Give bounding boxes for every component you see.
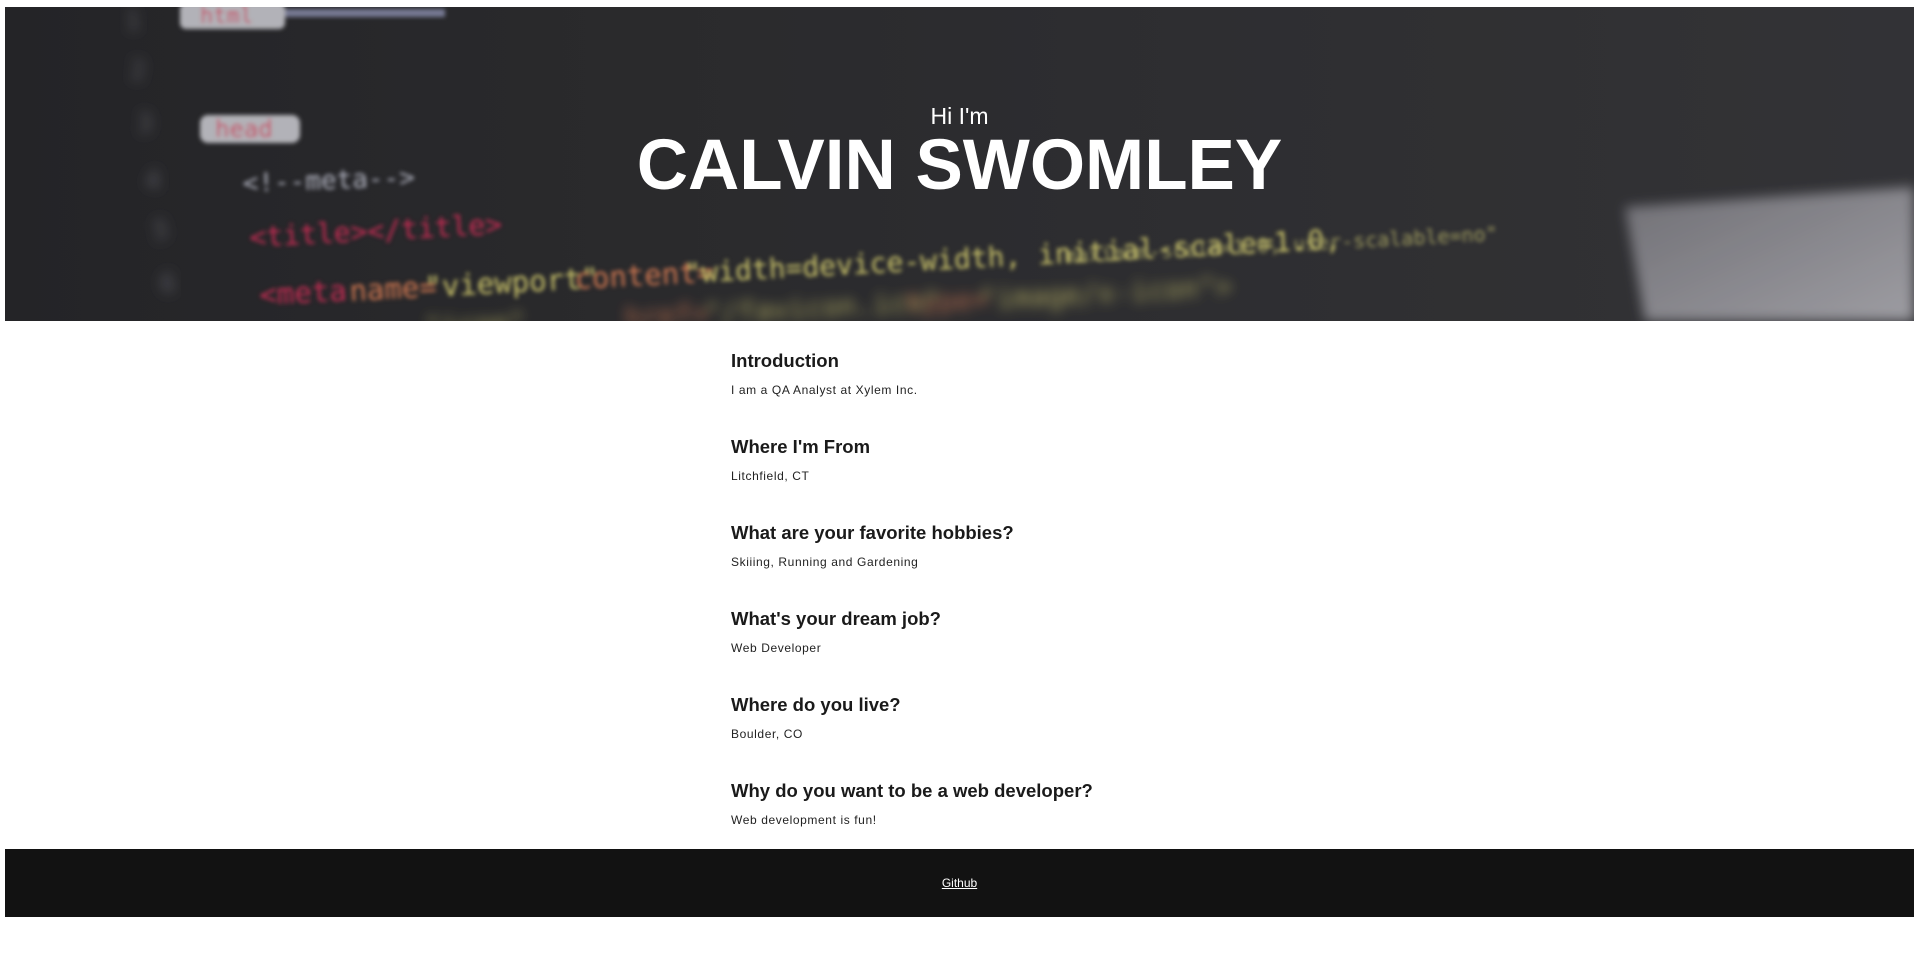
section-text: Web Developer — [731, 641, 822, 655]
section-live: Where do you live? Boulder, CO — [731, 694, 1431, 780]
about-content: Introduction I am a QA Analyst at Xylem … — [731, 350, 1431, 866]
section-where-from: Where I'm From Litchfield, CT — [731, 436, 1431, 522]
section-heading: Where do you live? — [731, 694, 901, 715]
section-text: Litchfield, CT — [731, 469, 810, 483]
section-heading: Introduction — [731, 350, 839, 371]
section-heading: Where I'm From — [731, 436, 871, 457]
page: 1 2 3 4 5 6 html head <!--meta--> <title… — [0, 0, 1917, 970]
section-heading: Why do you want to be a web developer? — [731, 780, 1093, 801]
section-text: Boulder, CO — [731, 727, 803, 741]
hero-text: Hi I'm CALVIN SWOMLEY — [5, 7, 1914, 321]
section-heading: What are your favorite hobbies? — [731, 522, 1014, 543]
footer: Github — [5, 849, 1914, 917]
github-link[interactable]: Github — [5, 876, 1914, 890]
section-text: Web development is fun! — [731, 813, 877, 827]
section-hobbies: What are your favorite hobbies? Skiiing,… — [731, 522, 1431, 608]
section-heading: What's your dream job? — [731, 608, 941, 629]
section-introduction: Introduction I am a QA Analyst at Xylem … — [731, 350, 1431, 436]
section-dream-job: What's your dream job? Web Developer — [731, 608, 1431, 694]
hero-name: CALVIN SWOMLEY — [636, 126, 1283, 205]
section-text: I am a QA Analyst at Xylem Inc. — [731, 383, 918, 397]
hero-banner: 1 2 3 4 5 6 html head <!--meta--> <title… — [5, 7, 1914, 321]
section-text: Skiiing, Running and Gardening — [731, 555, 919, 569]
